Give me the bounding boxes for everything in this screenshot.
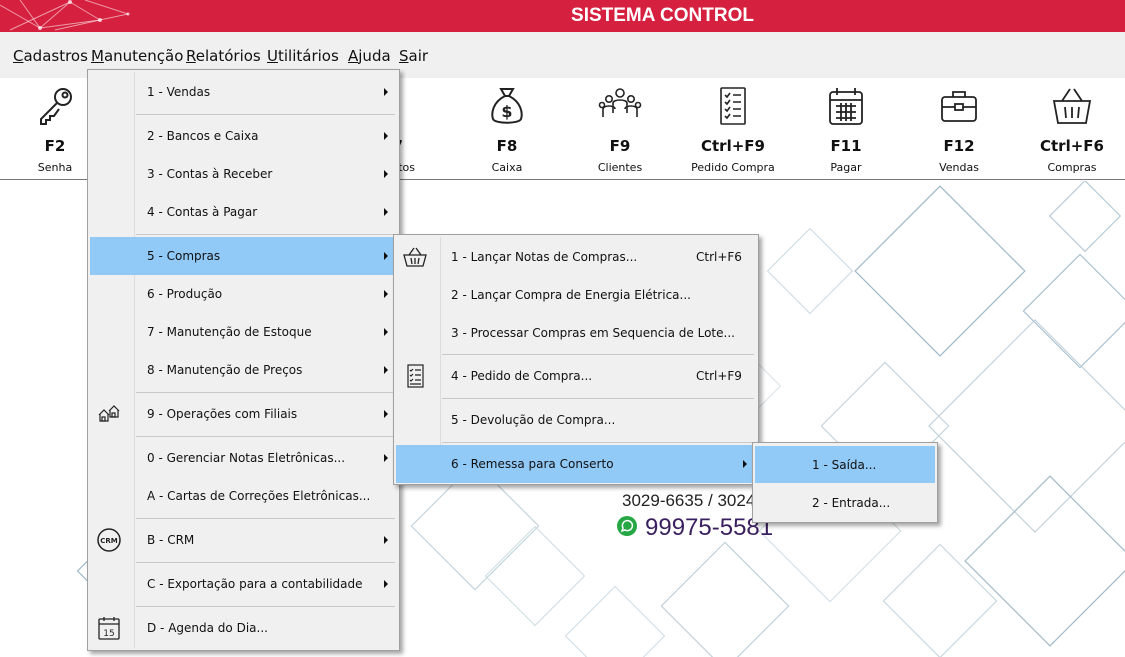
menu-separator <box>136 436 395 437</box>
checklist-icon <box>720 87 746 125</box>
submenu-arrow-icon <box>384 328 388 336</box>
menu-item-cartas-de-correcoes[interactable]: A - Cartas de Correções Eletrônicas... <box>90 477 397 515</box>
menu-item-contas-a-pagar[interactable]: 4 - Contas à Pagar <box>90 193 397 231</box>
toolbar-button-vendas[interactable]: F12 Vendas <box>909 78 1009 178</box>
menu-separator <box>136 392 395 393</box>
menu-ajuda[interactable]: Ajuda <box>348 47 391 65</box>
branches-icon <box>98 405 120 422</box>
menu-item-producao[interactable]: 6 - Produção <box>90 275 397 313</box>
submenu-arrow-icon <box>384 454 388 462</box>
whatsapp-icon <box>617 516 637 536</box>
toolbar-button-compras[interactable]: Ctrl+F6 Compras <box>1022 78 1122 178</box>
remessa-submenu: 1 - Saída... 2 - Entrada... <box>752 442 938 523</box>
menu-separator <box>136 234 395 235</box>
title-bar: SISTEMA CONTROL <box>0 0 1125 32</box>
toolbar-button-pagar[interactable]: F11 Pagar <box>796 78 896 178</box>
menu-item-devolucao-de-compra[interactable]: 5 - Devolução de Compra... <box>396 401 756 439</box>
menu-cadastros[interactable]: Cadastros <box>13 47 88 65</box>
submenu-arrow-icon <box>384 410 388 418</box>
menu-item-processar-compras-lote[interactable]: 3 - Processar Compras em Sequencia de Lo… <box>396 314 756 352</box>
menu-item-saida[interactable]: 1 - Saída... <box>755 446 935 483</box>
menu-separator <box>136 606 395 607</box>
submenu-arrow-icon <box>384 170 388 178</box>
menu-item-manutencao-de-precos[interactable]: 8 - Manutenção de Preços <box>90 351 397 389</box>
menu-separator <box>442 442 754 443</box>
key-icon <box>40 88 72 125</box>
basket-icon <box>403 247 427 267</box>
submenu-arrow-icon <box>384 252 388 260</box>
menu-item-remessa-para-conserto[interactable]: 6 - Remessa para Conserto <box>396 445 756 483</box>
calendar-day-icon: 15 <box>98 617 120 640</box>
submenu-arrow-icon <box>384 580 388 588</box>
submenu-arrow-icon <box>743 460 747 468</box>
menu-utilitarios[interactable]: Utilitários <box>267 47 339 65</box>
svg-text:15: 15 <box>103 629 114 639</box>
submenu-arrow-icon <box>384 366 388 374</box>
submenu-arrow-icon <box>384 536 388 544</box>
submenu-arrow-icon <box>384 290 388 298</box>
briefcase-icon <box>941 91 977 122</box>
menu-separator <box>136 114 395 115</box>
menu-separator <box>136 562 395 563</box>
people-icon <box>598 88 642 117</box>
svg-text:$: $ <box>501 102 512 121</box>
menu-separator <box>136 518 395 519</box>
menu-item-operacoes-com-filiais[interactable]: 9 - Operações com Filiais <box>90 395 397 433</box>
menu-item-compras[interactable]: 5 - Compras <box>90 237 397 275</box>
basket-icon <box>1052 88 1092 124</box>
crm-icon: CRM <box>97 528 121 552</box>
menu-manutencao[interactable]: Manutenção <box>91 47 183 65</box>
svg-text:CRM: CRM <box>100 537 118 545</box>
manutencao-dropdown: 1 - Vendas 2 - Bancos e Caixa 3 - Contas… <box>87 69 400 651</box>
toolbar-button-clientes[interactable]: F9 Clientes <box>570 78 670 178</box>
menu-separator <box>442 398 754 399</box>
menu-item-gerenciar-notas-eletronicas[interactable]: 0 - Gerenciar Notas Eletrônicas... <box>90 439 397 477</box>
menu-item-bancos-e-caixa[interactable]: 2 - Bancos e Caixa <box>90 117 397 155</box>
calendar-icon <box>829 88 863 125</box>
menu-relatorios[interactable]: Relatórios <box>186 47 261 65</box>
menu-item-crm[interactable]: CRM B - CRM <box>90 521 397 559</box>
menu-item-vendas[interactable]: 1 - Vendas <box>90 73 397 111</box>
toolbar-button-caixa[interactable]: $ F8 Caixa <box>457 78 557 178</box>
submenu-arrow-icon <box>384 208 388 216</box>
money-bag-icon: $ <box>491 88 523 124</box>
menu-item-agenda-do-dia[interactable]: 15 D - Agenda do Dia... <box>90 609 397 647</box>
compras-submenu: 1 - Lançar Notas de Compras... Ctrl+F6 2… <box>393 234 759 485</box>
menu-item-pedido-de-compra[interactable]: 4 - Pedido de Compra... Ctrl+F9 <box>396 357 756 395</box>
menu-item-manutencao-de-estoque[interactable]: 7 - Manutenção de Estoque <box>90 313 397 351</box>
submenu-arrow-icon <box>384 88 388 96</box>
menu-separator <box>442 354 754 355</box>
menu-item-exportacao-contabilidade[interactable]: C - Exportação para a contabilidade <box>90 565 397 603</box>
toolbar-button-pedido-compra[interactable]: Ctrl+F9 Pedido Compra <box>683 78 783 178</box>
menu-item-entrada[interactable]: 2 - Entrada... <box>755 484 935 521</box>
menu-sair[interactable]: Sair <box>399 47 428 65</box>
contact-phones: 3029-6635 / 3024 <box>622 491 756 510</box>
app-title: SISTEMA CONTROL <box>571 5 754 26</box>
submenu-arrow-icon <box>384 132 388 140</box>
menu-item-lancar-notas-de-compras[interactable]: 1 - Lançar Notas de Compras... Ctrl+F6 <box>396 238 756 276</box>
menu-item-contas-a-receber[interactable]: 3 - Contas à Receber <box>90 155 397 193</box>
checklist-icon <box>407 364 424 388</box>
menu-item-compra-energia-eletrica[interactable]: 2 - Lançar Compra de Energia Elétrica... <box>396 276 756 314</box>
